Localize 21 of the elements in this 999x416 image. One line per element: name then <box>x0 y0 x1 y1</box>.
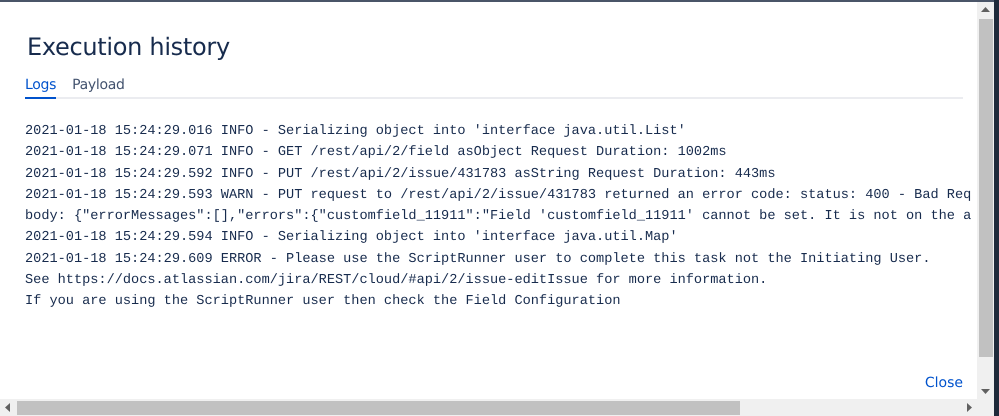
horizontal-scrollbar[interactable] <box>0 399 977 416</box>
scroll-left-icon[interactable] <box>5 403 10 412</box>
log-line: If you are using the ScriptRunner user then check the Field Configuration <box>25 293 621 312</box>
scroll-thumb[interactable] <box>978 19 992 357</box>
scroll-up-icon[interactable] <box>981 7 990 12</box>
log-line: body: {"errorMessages":[],"errors":{"customfield_11911":"Field 'customfield_11911' cannot be set. It is not on the a <box>25 208 972 226</box>
log-line: 2021-01-18 15:24:29.609 ERROR - Please use the ScriptRunner user to complete this task not the Initiating User. <box>25 250 930 269</box>
scroll-thumb[interactable] <box>17 400 740 414</box>
log-line: 2021-01-18 15:24:29.594 INFO - Serializing object into 'interface java.util.Map' <box>25 229 678 248</box>
log-line: 2021-01-18 15:24:29.593 WARN - PUT request to /rest/api/2/issue/431783 returned an error code: status: 400 - Bad Req <box>25 186 972 205</box>
tab[interactable]: Payload <box>72 77 125 99</box>
scroll-down-icon[interactable] <box>981 389 990 394</box>
log-line: 2021-01-18 15:24:29.016 INFO - Serializing object into 'interface java.util.List' <box>25 123 686 141</box>
scroll-right-icon[interactable] <box>967 403 972 412</box>
log-line: See https://docs.atlassian.com/jira/REST/cloud/#api/2/issue-editIssue for more information. <box>25 272 768 290</box>
dialog-title: Execution history <box>27 32 231 63</box>
vertical-scrollbar[interactable] <box>977 0 994 399</box>
log-line: 2021-01-18 15:24:29.592 INFO - PUT /rest/api/2/issue/431783 asString Request Duration: 443ms <box>25 166 776 184</box>
close-link[interactable]: Close <box>924 375 963 391</box>
log-line: 2021-01-18 15:24:29.071 INFO - GET /rest/api/2/field asObject Request Duration: 1002ms <box>25 144 727 162</box>
tab[interactable]: Logs <box>25 77 56 99</box>
